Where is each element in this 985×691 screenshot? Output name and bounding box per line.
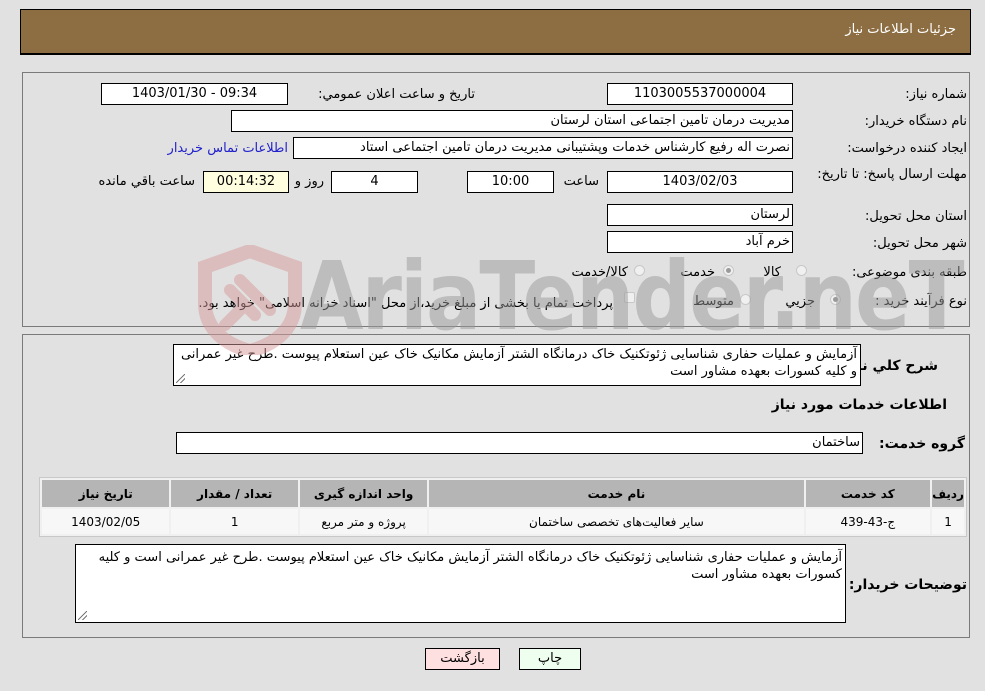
announce-datetime-field[interactable]: 1403/01/30 - 09:34: [101, 83, 288, 105]
days-label: روز و: [294, 174, 324, 189]
delivery-city-field[interactable]: خرم آباد: [607, 231, 793, 253]
cell-row-number: 1: [932, 509, 964, 534]
buyer-notes-text: آزمایش و عملیات حفاری شناسایی ژئوتکنیک خ…: [98, 550, 842, 582]
summary-text: آزمایش و عملیات حفاری شناسایی ژئوتکنیک خ…: [180, 347, 857, 379]
deadline-label: مهلت ارسال پاسخ: تا تاریخ:: [817, 167, 967, 182]
print-button[interactable]: چاپ: [519, 648, 581, 670]
col-need-date: تاریخ نیاز: [42, 480, 170, 507]
category-radio-goods-service[interactable]: [634, 265, 645, 276]
delivery-province-label: استان محل تحویل:: [865, 209, 967, 224]
services-table: ردیف کد خدمت نام خدمت واحد اندازه گیری ت…: [39, 477, 967, 537]
col-unit: واحد اندازه گیری: [299, 480, 428, 507]
buyer-notes-textarea[interactable]: آزمایش و عملیات حفاری شناسایی ژئوتکنیک خ…: [75, 544, 846, 623]
services-table-header: ردیف کد خدمت نام خدمت واحد اندازه گیری ت…: [42, 480, 964, 507]
need-number-label: شماره نیاز:: [905, 87, 967, 102]
summary-textarea[interactable]: آزمایش و عملیات حفاری شناسایی ژئوتکنیک خ…: [173, 344, 861, 386]
purchase-type-radio-medium[interactable]: [740, 294, 751, 305]
buyer-notes-label: توضیحات خریدار:: [848, 577, 967, 593]
cell-quantity: 1: [171, 509, 298, 534]
deadline-date-field[interactable]: 1403/02/03: [607, 171, 793, 193]
services-section-title: اطلاعات خدمات مورد نیاز: [771, 397, 947, 413]
col-service-code: کد خدمت: [805, 480, 931, 507]
page-header: جزئیات اطلاعات نیاز: [20, 9, 971, 55]
delivery-province-field[interactable]: لرستان: [607, 204, 793, 226]
back-button[interactable]: بازگشت: [425, 648, 500, 670]
cell-service-code: ج-43-439: [805, 509, 931, 534]
service-group-label: گروه خدمت:: [879, 436, 965, 452]
buyer-contact-link[interactable]: اطلاعات تماس خریدار: [168, 141, 288, 156]
purchase-type-label: نوع فرآیند خرید :: [875, 294, 967, 309]
col-quantity: تعداد / مقدار: [171, 480, 298, 507]
category-radio-goods[interactable]: [796, 265, 807, 276]
purchase-type-option-minor: جزيي: [785, 294, 815, 309]
resize-grip-icon[interactable]: [176, 374, 185, 383]
treasury-note: پرداخت تمام یا بخشی از مبلغ خرید،از محل …: [198, 296, 613, 311]
category-option-goods: کالا: [763, 265, 781, 280]
cell-need-date: 1403/02/05: [42, 509, 170, 534]
cell-unit: پروژه و متر مربع: [299, 509, 428, 534]
category-option-service: خدمت: [680, 265, 715, 280]
deadline-time-label: ساعت: [563, 174, 599, 189]
category-label: طبقه بندی موضوعی:: [851, 265, 967, 280]
buyer-org-field[interactable]: مدیریت درمان تامین اجتماعی استان لرستان: [231, 110, 793, 132]
delivery-city-label: شهر محل تحویل:: [872, 236, 967, 251]
purchase-type-option-medium: متوسط: [693, 294, 734, 309]
resize-grip-icon[interactable]: [78, 611, 87, 620]
table-row: 1 ج-43-439 سایر فعالیت‌های تخصصی ساختمان…: [42, 509, 964, 534]
requester-label: ایجاد کننده درخواست:: [847, 141, 967, 156]
deadline-time-field[interactable]: 10:00: [467, 171, 554, 193]
remaining-time-label: ساعت باقي مانده: [98, 174, 195, 189]
service-group-field[interactable]: ساختمان: [176, 432, 863, 454]
cell-service-name: سایر فعالیت‌های تخصصی ساختمان: [429, 509, 804, 534]
treasury-checkbox[interactable]: [624, 292, 635, 303]
buyer-org-label: نام دستگاه خریدار:: [864, 114, 967, 129]
need-number-field[interactable]: 1103005537000004: [607, 83, 793, 105]
remaining-days-field[interactable]: 4: [331, 171, 418, 193]
remaining-time-field: 00:14:32: [203, 171, 289, 193]
category-option-goods-service: کالا/خدمت: [571, 265, 628, 280]
category-radio-service[interactable]: [723, 265, 734, 276]
col-row-number: ردیف: [932, 480, 964, 507]
page-title: جزئیات اطلاعات نیاز: [845, 22, 956, 37]
purchase-type-radio-minor[interactable]: [830, 294, 841, 305]
announce-datetime-label: تاریخ و ساعت اعلان عمومي:: [318, 87, 475, 102]
requester-field[interactable]: نصرت اله رفیع کارشناس خدمات وپشتیبانی مد…: [293, 137, 793, 159]
col-service-name: نام خدمت: [429, 480, 804, 507]
